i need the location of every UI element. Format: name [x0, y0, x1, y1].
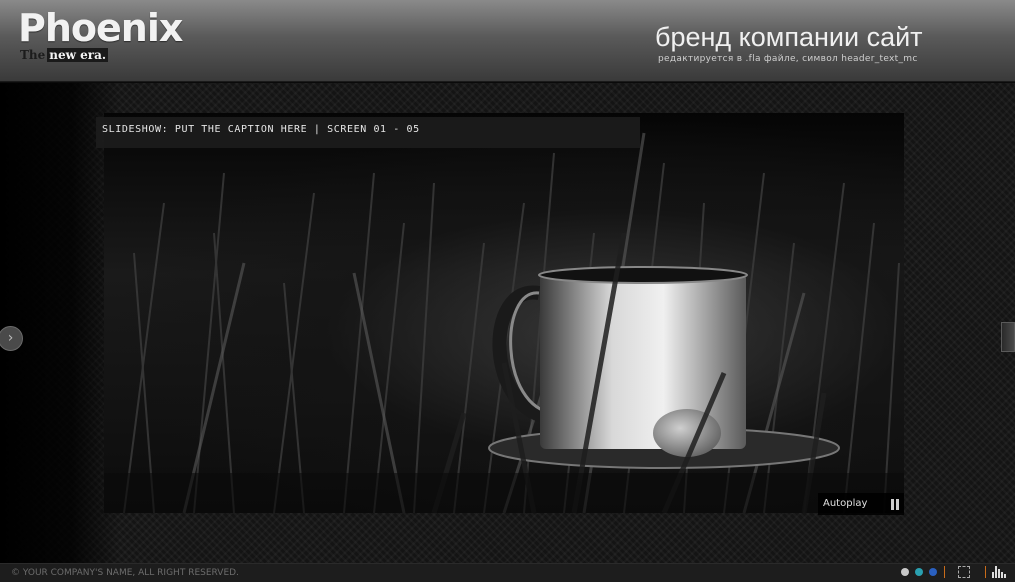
left-shadow [0, 83, 120, 563]
footer-divider-2 [985, 566, 986, 578]
sound-bars-icon[interactable] [992, 566, 1006, 578]
cup-in-grass-image [104, 132, 904, 513]
slideshow-caption: SLIDESHOW: PUT THE CAPTION HERE | SCREEN… [102, 124, 420, 135]
logo-tagline: The new era. [20, 48, 109, 62]
side-scroll-handle[interactable] [1001, 322, 1015, 352]
tagline-the: The [20, 48, 46, 62]
slideshow-image[interactable] [104, 113, 904, 513]
brand-subtitle: редактируется в .fla файле, символ heade… [658, 54, 918, 64]
tagline-era: new era. [47, 48, 109, 62]
header: Phoenix The new era. бренд компании сайт … [0, 0, 1015, 82]
fullscreen-icon[interactable] [958, 566, 970, 578]
logo[interactable]: Phoenix [18, 4, 183, 52]
footer-divider [944, 566, 945, 578]
theme-dot-teal[interactable] [915, 568, 923, 576]
copyright-text: © YOUR COMPANY'S NAME, ALL RIGHT RESERVE… [11, 568, 239, 578]
footer: © YOUR COMPANY'S NAME, ALL RIGHT RESERVE… [0, 563, 1015, 582]
theme-dot-blue[interactable] [929, 568, 937, 576]
brand-title: бренд компании сайт [655, 22, 923, 52]
autoplay-label[interactable]: Autoplay [823, 498, 867, 509]
theme-dot-silver[interactable] [901, 568, 909, 576]
pause-icon[interactable] [890, 499, 900, 510]
